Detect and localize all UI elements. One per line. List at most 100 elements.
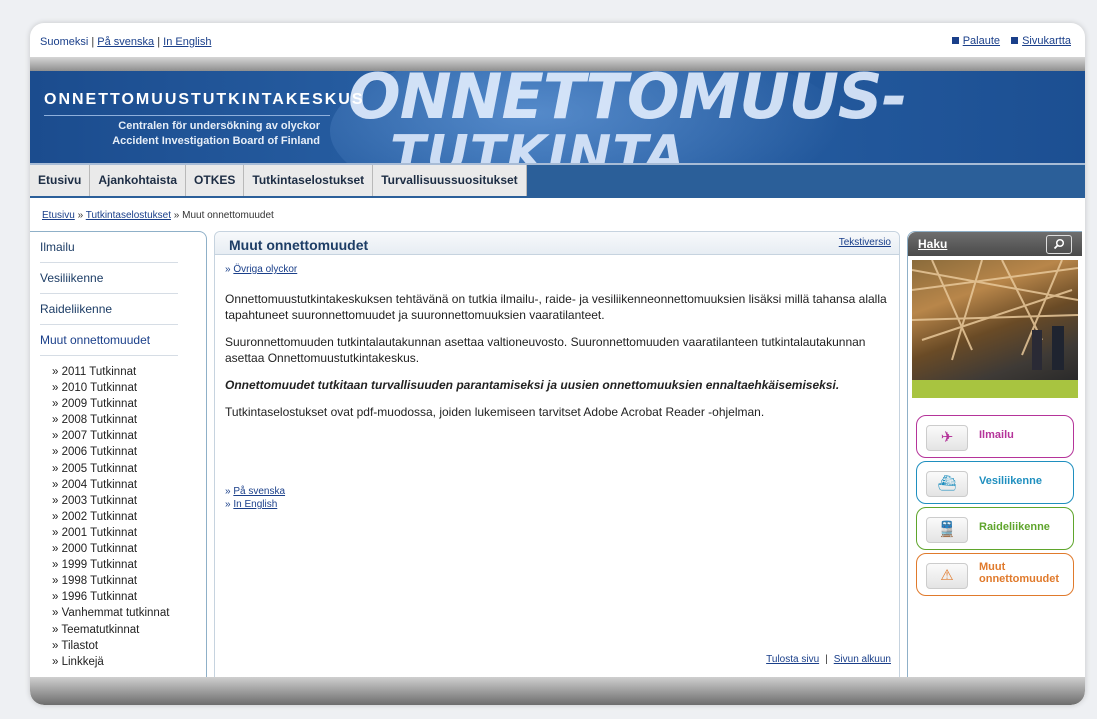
sidebar-item-vesiliikenne[interactable]: Vesiliikenne [40, 263, 178, 294]
page-title: Muut onnettomuudet [229, 237, 369, 253]
main-navigation: Etusivu Ajankohtaista OTKES Tutkintaselo… [30, 163, 1085, 198]
nav-tabs: Etusivu Ajankohtaista OTKES Tutkintaselo… [30, 165, 527, 196]
category-buttons: ✈ Ilmailu ⛴ Vesiliikenne 🚆 Raideliikenne ⚠ Muut… [916, 415, 1074, 599]
breadcrumb-home-link[interactable]: Etusivu [42, 210, 75, 221]
feedback-item: Palaute [951, 35, 1000, 47]
search-link[interactable]: Haku [918, 237, 947, 251]
sidebar-nav: Ilmailu Vesiliikenne Raideliikenne Muut … [30, 232, 206, 356]
paragraph-board: Suuronnettomuuden tutkintalautakunnan as… [225, 335, 866, 365]
sidebar-subitem[interactable]: 2004 Tutkinnat [52, 477, 206, 493]
alt-language-item: » Övriga olyckor [225, 264, 298, 275]
category-button-4[interactable]: ⚠ Muut onnettomuudet [916, 553, 1074, 596]
ship-icon: ⛴ [926, 471, 968, 497]
search-header: Haku [908, 232, 1082, 256]
left-sidebar: Ilmailu Vesiliikenne Raideliikenne Muut … [30, 231, 207, 679]
accident-photo [912, 260, 1078, 380]
breadcrumb-separator: » [173, 210, 180, 221]
language-links: » På svenska » In English [225, 485, 285, 511]
main-content: Muut onnettomuudet Tekstiversio » Övriga… [214, 231, 900, 679]
nav-tab-otkes[interactable]: OTKES [186, 165, 245, 196]
sidebar-subitem[interactable]: 2011 Tutkinnat [52, 364, 206, 380]
category-label-line: onnettomuudet [979, 573, 1060, 585]
sidebar-subitem[interactable]: Vanhemmat tutkinnat [52, 605, 206, 621]
top-bar: Suomeksi | På svenska | In English Palau… [30, 23, 1085, 57]
nav-tab-turvallisuussuositukset[interactable]: Turvallisuussuositukset [373, 165, 527, 196]
nav-tab-ajankohtaista[interactable]: Ajankohtaista [90, 165, 187, 196]
category-label: Vesiliikenne [979, 475, 1042, 487]
sidebar-subitem[interactable]: 2008 Tutkinnat [52, 412, 206, 428]
footer-separator: | [825, 654, 828, 665]
sidebar-subitem[interactable]: Tilastot [52, 638, 206, 654]
lang-finnish[interactable]: Suomeksi [40, 36, 88, 48]
bullet-square-icon [1011, 37, 1019, 44]
warning-icon: ⚠ [926, 563, 968, 589]
breadcrumb-level1-link[interactable]: Tutkintaselostukset [86, 210, 171, 221]
sidebar-subitem[interactable]: 2002 Tutkinnat [52, 509, 206, 525]
train-icon: 🚆 [926, 517, 968, 543]
banner-wordmark-line2: TUTKINTA [390, 125, 687, 163]
sidebar-subitem[interactable]: 2010 Tutkinnat [52, 380, 206, 396]
sidebar-item-muut-onnettomuudet[interactable]: Muut onnettomuudet [40, 325, 178, 356]
nav-tab-etusivu[interactable]: Etusivu [30, 165, 91, 196]
sidebar-subitem[interactable]: 1999 Tutkinnat [52, 557, 206, 573]
sidebar-subitem[interactable]: 2001 Tutkinnat [52, 525, 206, 541]
bullet-square-icon [951, 37, 959, 44]
text-version-link[interactable]: Tekstiversio [839, 237, 891, 248]
utility-links: Palaute Sivukartta [944, 35, 1071, 47]
sidebar-item-ilmailu[interactable]: Ilmailu [40, 232, 178, 263]
print-page-link[interactable]: Tulosta sivu [766, 654, 819, 665]
sidebar-subitem[interactable]: Linkkejä [52, 654, 206, 670]
org-name: ONNETTOMUUSTUTKINTAKESKUS [44, 91, 365, 108]
sitemap-link[interactable]: Sivukartta [1022, 35, 1071, 47]
page-frame: Suomeksi | På svenska | In English Palau… [30, 23, 1085, 705]
category-label: Raideliikenne [979, 521, 1050, 533]
header-gray-band [30, 57, 1085, 71]
paragraph-pdf-note: Tutkintaselostukset ovat pdf-muodossa, j… [225, 405, 765, 419]
banner-wordmark-line1: ONNETTOMUUS- [348, 71, 907, 133]
swedish-version-link[interactable]: På svenska [233, 486, 285, 497]
sidebar-sublist: 2011 Tutkinnat2010 Tutkinnat2009 Tutkinn… [30, 364, 206, 670]
content-body: Onnettomuustutkintakeskuksen tehtävänä o… [225, 291, 889, 431]
sitemap-item: Sivukartta [1011, 35, 1071, 47]
lang-link-item: » På svenska [225, 486, 286, 497]
lang-english-link[interactable]: In English [163, 36, 211, 48]
sidebar-subitem[interactable]: 2005 Tutkinnat [52, 461, 206, 477]
paragraph-intro: Onnettomuustutkintakeskuksen tehtävänä o… [225, 292, 887, 322]
breadcrumb-separator: » [77, 210, 84, 221]
collapsed-roof-image [912, 260, 1078, 370]
banner-divider [44, 115, 330, 116]
sidebar-subitem[interactable]: 1996 Tutkinnat [52, 589, 206, 605]
page-footer-links: Tulosta sivu | Sivun alkuun [766, 654, 891, 665]
english-version-link[interactable]: In English [233, 499, 277, 510]
sidebar-subitem[interactable]: Teematutkinnat [52, 622, 206, 638]
magnifier-icon [1053, 238, 1065, 250]
photo-caption-bar [912, 380, 1078, 398]
breadcrumb-current: Muut onnettomuudet [182, 210, 274, 221]
nav-tab-tutkintaselostukset[interactable]: Tutkintaselostukset [244, 165, 374, 196]
site-banner[interactable]: ONNETTOMUUS- TUTKINTA ONNETTOMUUSTUTKINT… [30, 71, 1085, 163]
sidebar-subitem[interactable]: 2009 Tutkinnat [52, 396, 206, 412]
back-to-top-link[interactable]: Sivun alkuun [834, 654, 891, 665]
org-name-swedish: Centralen för undersökning av olyckor [118, 120, 320, 132]
feedback-link[interactable]: Palaute [963, 35, 1000, 47]
category-button-3[interactable]: 🚆 Raideliikenne [916, 507, 1074, 550]
right-sidebar: Haku ✈ Ilmailu ⛴ Vesiliikenne 🚆 Raideliikenne… [907, 231, 1082, 679]
category-label: Muut onnettomuudet [979, 561, 1059, 585]
category-label: Ilmailu [979, 429, 1014, 441]
org-name-english: Accident Investigation Board of Finland [112, 135, 320, 147]
footer-bar [30, 677, 1085, 705]
category-button-2[interactable]: ⛴ Vesiliikenne [916, 461, 1074, 504]
category-button-1[interactable]: ✈ Ilmailu [916, 415, 1074, 458]
category-label-line: Muut [979, 561, 1006, 573]
content-header: Muut onnettomuudet Tekstiversio [215, 232, 899, 255]
search-button[interactable] [1046, 235, 1072, 254]
sidebar-subitem[interactable]: 2006 Tutkinnat [52, 444, 206, 460]
breadcrumb: Etusivu » Tutkintaselostukset » Muut onn… [42, 210, 274, 221]
alt-language-link[interactable]: Övriga olyckor [233, 264, 297, 275]
sidebar-subitem[interactable]: 1998 Tutkinnat [52, 573, 206, 589]
lang-swedish-link[interactable]: På svenska [97, 36, 154, 48]
sidebar-subitem[interactable]: 2007 Tutkinnat [52, 428, 206, 444]
sidebar-subitem[interactable]: 2003 Tutkinnat [52, 493, 206, 509]
sidebar-subitem[interactable]: 2000 Tutkinnat [52, 541, 206, 557]
sidebar-item-raideliikenne[interactable]: Raideliikenne [40, 294, 178, 325]
